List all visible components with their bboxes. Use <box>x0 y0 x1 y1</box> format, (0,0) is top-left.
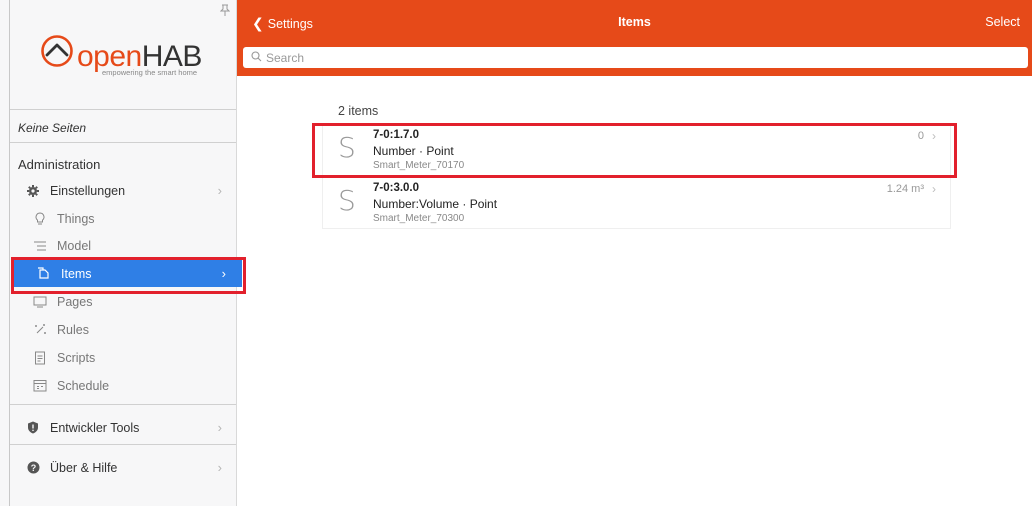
sidebar-item-label: Things <box>57 211 95 226</box>
item-count: 2 items <box>338 104 379 118</box>
sidebar-item-label: Einstellungen <box>50 183 126 198</box>
item-letter: S <box>338 131 356 164</box>
sidebar-item-items[interactable]: Items › <box>14 260 242 287</box>
list-icon <box>33 239 47 253</box>
item-name: 7-0:3.0.0 <box>373 182 420 194</box>
item-thing: Smart_Meter_70300 <box>373 213 465 224</box>
list-item[interactable]: S 7-0:3.0.0 Number:Volume · Point Smart_… <box>323 177 950 227</box>
sidebar-item-schedule[interactable]: Schedule <box>10 372 236 399</box>
chevron-right-icon: › <box>217 420 222 435</box>
page-title: Items <box>618 15 651 29</box>
divider <box>10 109 236 110</box>
logo-tagline: empowering the smart home <box>102 68 198 77</box>
search-icon <box>251 50 262 65</box>
openhab-logo[interactable]: openHAB empowering the smart home <box>40 34 220 86</box>
items-list: S 7-0:1.7.0 Number · Point Smart_Meter_7… <box>323 125 950 228</box>
sidebar-item-label: Entwickler Tools <box>50 420 140 435</box>
sidebar-item-label: Scripts <box>57 350 96 365</box>
sidebar-item-rules[interactable]: Rules <box>10 316 236 343</box>
sidebar-item-settings[interactable]: Einstellungen › <box>10 177 236 204</box>
chevron-right-icon: › <box>221 266 226 281</box>
sidebar-item-scripts[interactable]: Scripts <box>10 344 236 371</box>
sidebar-item-label: Über & Hilfe <box>50 460 118 475</box>
chevron-right-icon: › <box>217 183 222 198</box>
item-type: Number · Point <box>373 144 454 158</box>
gear-icon <box>26 184 40 198</box>
sidebar-item-label: Pages <box>57 294 93 309</box>
chevron-right-icon: › <box>932 129 936 143</box>
openhab-logo-icon <box>41 35 73 67</box>
sidebar-item-label: Items <box>61 266 92 281</box>
shield-icon <box>26 421 40 435</box>
sidebar-item-things[interactable]: Things <box>10 205 236 232</box>
item-letter: S <box>338 184 356 217</box>
item-state: 1.24 m³ <box>886 183 924 195</box>
searchbar <box>243 47 1028 68</box>
list-item[interactable]: S 7-0:1.7.0 Number · Point Smart_Meter_7… <box>323 125 950 175</box>
chevron-right-icon: › <box>932 182 936 196</box>
chevron-right-icon: › <box>217 460 222 475</box>
items-icon <box>37 266 51 281</box>
item-name: 7-0:1.7.0 <box>373 129 420 141</box>
sidebar-item-help[interactable]: ? Über & Hilfe › <box>10 454 236 481</box>
sidebar-item-label: Schedule <box>57 378 110 393</box>
no-pages-label: Keine Seiten <box>18 121 87 135</box>
sidebar-item-label: Model <box>57 238 92 253</box>
monitor-icon <box>33 295 47 309</box>
divider <box>10 444 236 445</box>
search-input[interactable] <box>266 50 966 65</box>
help-icon: ? <box>26 461 40 475</box>
document-icon <box>33 351 47 365</box>
sidebar: openHAB empowering the smart home Keine … <box>0 0 242 506</box>
item-thing: Smart_Meter_70170 <box>373 160 465 171</box>
pin-icon[interactable] <box>219 4 231 18</box>
svg-text:?: ? <box>30 463 36 473</box>
lightbulb-icon <box>33 211 47 226</box>
sidebar-item-developer-tools[interactable]: Entwickler Tools › <box>10 414 236 441</box>
sidebar-item-pages[interactable]: Pages <box>10 288 236 315</box>
divider <box>10 142 236 143</box>
select-button[interactable]: Select <box>985 15 1020 29</box>
navbar: ❮ Settings Items Select <box>237 0 1032 76</box>
divider <box>10 404 236 405</box>
wand-icon <box>33 323 47 337</box>
item-state: 0 <box>917 130 924 142</box>
item-type: Number:Volume · Point <box>373 197 498 211</box>
section-administration: Administration <box>18 157 101 172</box>
sidebar-item-label: Rules <box>57 322 89 337</box>
calendar-icon <box>33 379 47 393</box>
sidebar-item-model[interactable]: Model <box>10 232 236 259</box>
